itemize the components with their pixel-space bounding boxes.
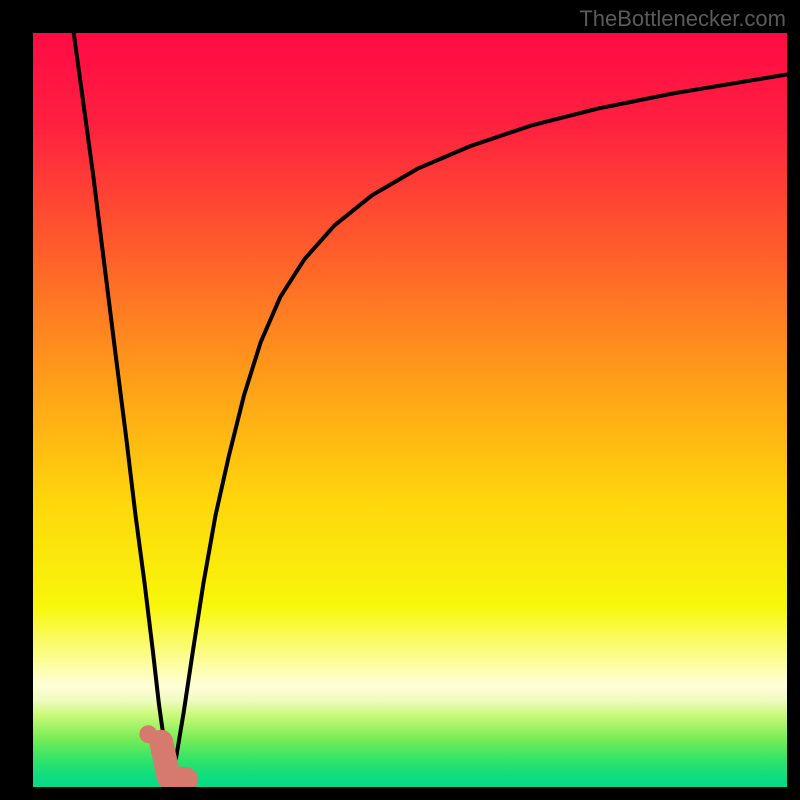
chart-frame: TheBottlenecker.com <box>0 0 800 800</box>
chart-curves <box>33 33 787 787</box>
plot-area <box>33 33 787 787</box>
bottleneck-curve-right <box>170 74 787 781</box>
marker-j-stroke <box>161 742 186 780</box>
bottleneck-curve-left <box>74 33 171 782</box>
attribution-text: TheBottlenecker.com <box>579 6 786 32</box>
